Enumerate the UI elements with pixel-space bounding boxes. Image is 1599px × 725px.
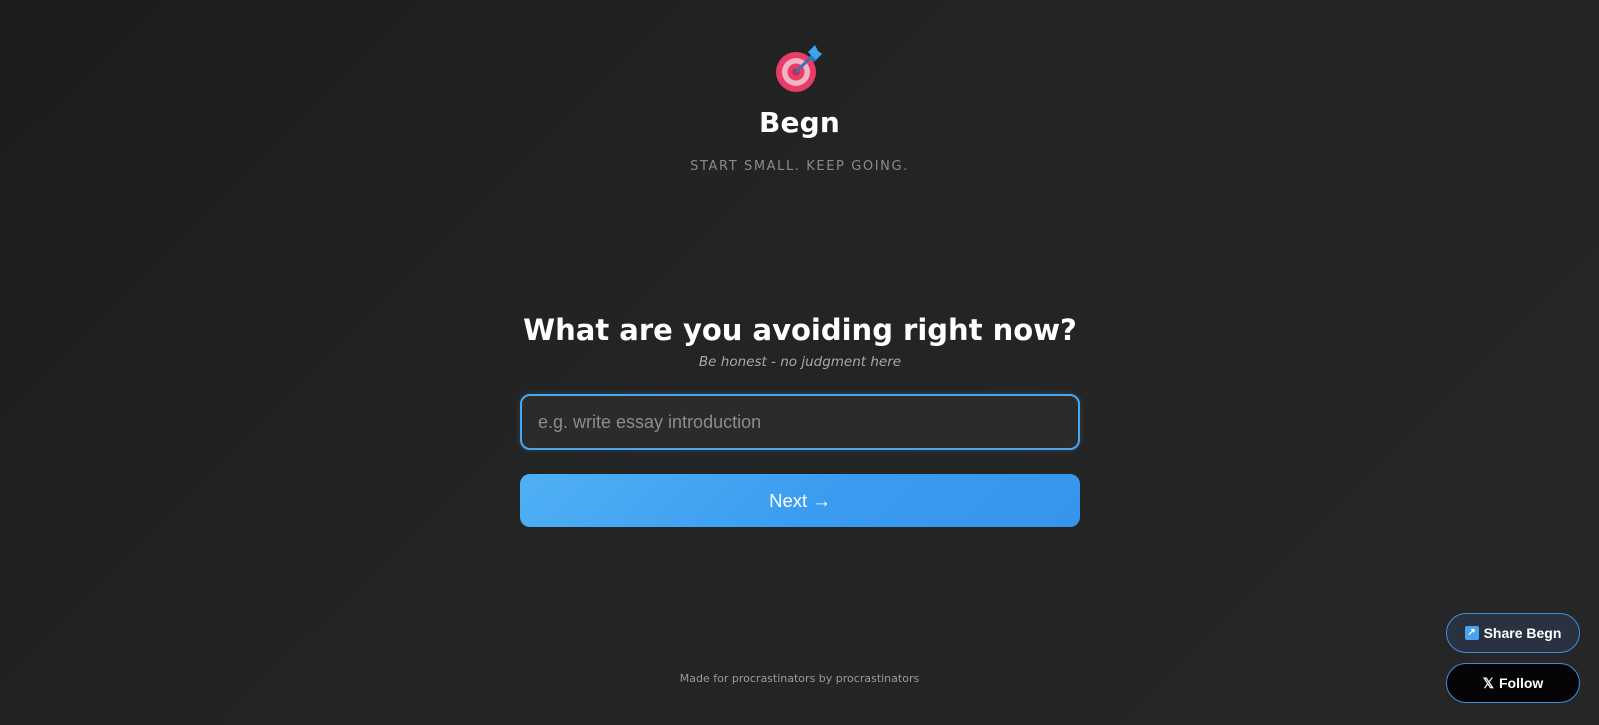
follow-button-label: Follow xyxy=(1498,675,1544,691)
tagline: START SMALL. KEEP GOING. xyxy=(690,159,909,174)
hint-text: Be honest - no judgment here xyxy=(698,354,902,370)
follow-button[interactable]: 𝕏 Follow xyxy=(1446,663,1580,703)
x-logo-icon: 𝕏 xyxy=(1482,674,1494,691)
dartboard-target-icon xyxy=(775,45,822,92)
main-form: What are you avoiding right now? Be hone… xyxy=(520,310,1080,527)
footer-text: Made for procrastinators by procrastinat… xyxy=(679,672,920,685)
share-button-label: Share Begn xyxy=(1483,625,1562,641)
task-input[interactable] xyxy=(520,394,1080,450)
app-title: Begn xyxy=(758,106,841,139)
share-arrow-icon: ↗ xyxy=(1464,626,1479,640)
page-title: What are you avoiding right now? xyxy=(523,313,1077,347)
share-button[interactable]: ↗ Share Begn xyxy=(1446,613,1580,653)
next-button[interactable]: Next → xyxy=(520,474,1080,527)
header: Begn START SMALL. KEEP GOING. xyxy=(0,42,1599,174)
